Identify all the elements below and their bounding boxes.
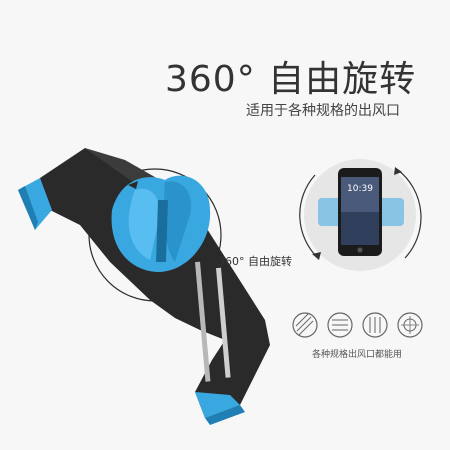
vent-vertical-icon <box>362 312 388 338</box>
vent-round-icon <box>397 312 423 338</box>
vent-diagonal-icon <box>292 312 318 338</box>
product-illustration <box>18 148 423 425</box>
vent-horizontal-icon <box>327 312 353 338</box>
phone <box>338 168 382 256</box>
product-ad: 360° 自由旋转 适用于各种规格的出风口 10:39 360° 自由旋转 各种… <box>0 0 450 450</box>
phone-clock: 10:39 <box>347 184 373 194</box>
vents-caption: 各种规格出风口都能用 <box>312 350 403 360</box>
rotation-label: 360° 自由旋转 <box>218 255 292 268</box>
